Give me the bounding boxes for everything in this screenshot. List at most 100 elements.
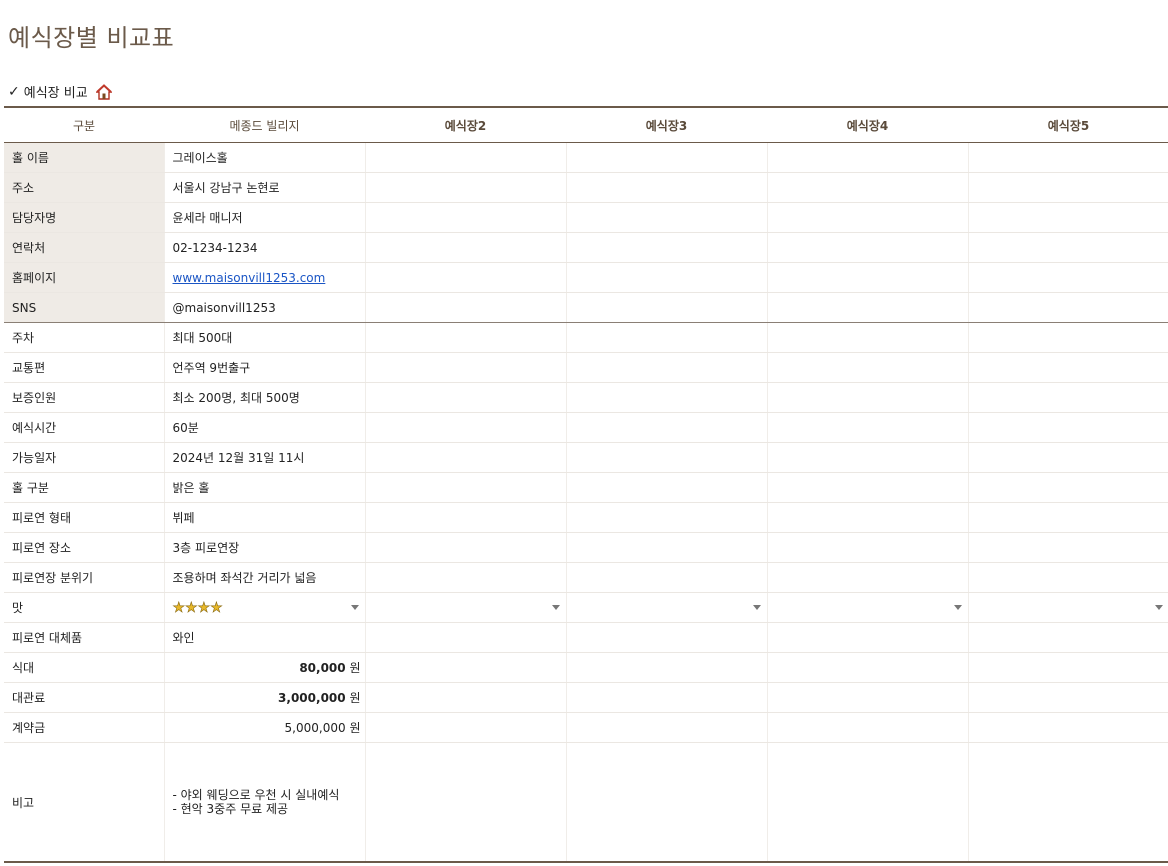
cell-empty[interactable]	[365, 202, 567, 233]
cell-empty[interactable]	[365, 232, 567, 263]
cell-deposit[interactable]: 5,000,000 원	[164, 712, 366, 743]
cell-empty[interactable]	[767, 262, 969, 293]
cell-empty[interactable]	[566, 442, 768, 473]
cell-empty[interactable]	[566, 292, 768, 323]
cell-empty[interactable]	[566, 142, 768, 173]
cell-empty[interactable]	[767, 142, 969, 173]
cell-empty[interactable]	[767, 682, 969, 713]
cell-hall-name[interactable]: 그레이스홀	[164, 142, 366, 173]
cell-empty[interactable]	[566, 712, 768, 743]
cell-empty[interactable]	[767, 202, 969, 233]
cell-empty[interactable]	[968, 742, 1168, 863]
cell-empty[interactable]	[365, 412, 567, 443]
cell-empty[interactable]	[365, 172, 567, 203]
taste-dropdown[interactable]	[968, 592, 1168, 623]
cell-empty[interactable]	[767, 562, 969, 593]
cell-empty[interactable]	[365, 262, 567, 293]
cell-empty[interactable]	[968, 352, 1168, 383]
cell-empty[interactable]	[968, 532, 1168, 563]
cell-empty[interactable]	[968, 172, 1168, 203]
cell-empty[interactable]	[767, 532, 969, 563]
cell-empty[interactable]	[566, 262, 768, 293]
cell-address[interactable]: 서울시 강남구 논현로	[164, 172, 366, 203]
cell-parking[interactable]: 최대 500대	[164, 322, 366, 353]
cell-empty[interactable]	[566, 412, 768, 443]
cell-available[interactable]: 2024년 12월 31일 11시	[164, 442, 366, 473]
cell-empty[interactable]	[365, 532, 567, 563]
cell-empty[interactable]	[767, 322, 969, 353]
cell-empty[interactable]	[968, 652, 1168, 683]
cell-duration[interactable]: 60분	[164, 412, 366, 443]
cell-empty[interactable]	[767, 412, 969, 443]
cell-empty[interactable]	[365, 472, 567, 503]
chevron-down-icon[interactable]	[1155, 605, 1163, 610]
cell-empty[interactable]	[968, 622, 1168, 653]
cell-empty[interactable]	[566, 652, 768, 683]
chevron-down-icon[interactable]	[551, 605, 560, 610]
cell-hall-type[interactable]: 밝은 홀	[164, 472, 366, 503]
cell-transport[interactable]: 언주역 9번출구	[164, 352, 366, 383]
cell-empty[interactable]	[968, 562, 1168, 593]
cell-empty[interactable]	[968, 682, 1168, 713]
cell-empty[interactable]	[365, 142, 567, 173]
cell-empty[interactable]	[566, 532, 768, 563]
cell-manager[interactable]: 윤세라 매니저	[164, 202, 366, 233]
cell-empty[interactable]	[566, 472, 768, 503]
cell-empty[interactable]	[566, 742, 768, 863]
cell-empty[interactable]	[767, 472, 969, 503]
cell-empty[interactable]	[365, 712, 567, 743]
cell-empty[interactable]	[365, 292, 567, 323]
cell-banquet-mood[interactable]: 조용하며 좌석간 거리가 넓음	[164, 562, 366, 593]
cell-empty[interactable]	[767, 172, 969, 203]
taste-dropdown[interactable]	[365, 592, 567, 623]
cell-guests[interactable]: 최소 200명, 최대 500명	[164, 382, 366, 413]
cell-empty[interactable]	[968, 322, 1168, 353]
cell-empty[interactable]	[566, 232, 768, 263]
cell-empty[interactable]	[767, 292, 969, 323]
cell-empty[interactable]	[767, 382, 969, 413]
cell-empty[interactable]	[968, 262, 1168, 293]
cell-banquet-type[interactable]: 뷔페	[164, 502, 366, 533]
cell-empty[interactable]	[767, 652, 969, 683]
cell-empty[interactable]	[365, 352, 567, 383]
cell-empty[interactable]	[968, 712, 1168, 743]
cell-empty[interactable]	[365, 742, 567, 863]
cell-empty[interactable]	[968, 202, 1168, 233]
cell-sns[interactable]: @maisonvill1253	[164, 292, 366, 323]
cell-empty[interactable]	[767, 232, 969, 263]
cell-empty[interactable]	[968, 232, 1168, 263]
taste-dropdown[interactable]	[566, 592, 768, 623]
cell-empty[interactable]	[365, 562, 567, 593]
cell-notes[interactable]: - 야외 웨딩으로 우천 시 실내예식 - 현악 3중주 무료 제공	[164, 742, 366, 863]
cell-empty[interactable]	[566, 352, 768, 383]
cell-phone[interactable]: 02-1234-1234	[164, 232, 366, 263]
cell-empty[interactable]	[566, 562, 768, 593]
cell-empty[interactable]	[968, 412, 1168, 443]
cell-empty[interactable]	[365, 652, 567, 683]
cell-alt-gift[interactable]: 와인	[164, 622, 366, 653]
cell-empty[interactable]	[365, 442, 567, 473]
cell-empty[interactable]	[767, 352, 969, 383]
cell-empty[interactable]	[767, 622, 969, 653]
cell-empty[interactable]	[365, 322, 567, 353]
cell-banquet-place[interactable]: 3층 피로연장	[164, 532, 366, 563]
cell-empty[interactable]	[566, 172, 768, 203]
cell-empty[interactable]	[968, 142, 1168, 173]
cell-empty[interactable]	[968, 442, 1168, 473]
cell-empty[interactable]	[566, 202, 768, 233]
cell-empty[interactable]	[365, 502, 567, 533]
cell-meal-fee[interactable]: 80,000 원	[164, 652, 366, 683]
cell-empty[interactable]	[365, 622, 567, 653]
cell-empty[interactable]	[365, 682, 567, 713]
cell-empty[interactable]	[365, 382, 567, 413]
cell-empty[interactable]	[767, 712, 969, 743]
homepage-link[interactable]: www.maisonvill1253.com	[173, 271, 326, 285]
cell-empty[interactable]	[968, 472, 1168, 503]
cell-empty[interactable]	[968, 292, 1168, 323]
cell-rental-fee[interactable]: 3,000,000 원	[164, 682, 366, 713]
cell-empty[interactable]	[566, 622, 768, 653]
cell-empty[interactable]	[566, 682, 768, 713]
cell-empty[interactable]	[566, 322, 768, 353]
taste-dropdown[interactable]: ★★★★	[164, 592, 366, 623]
chevron-down-icon[interactable]	[350, 605, 359, 610]
